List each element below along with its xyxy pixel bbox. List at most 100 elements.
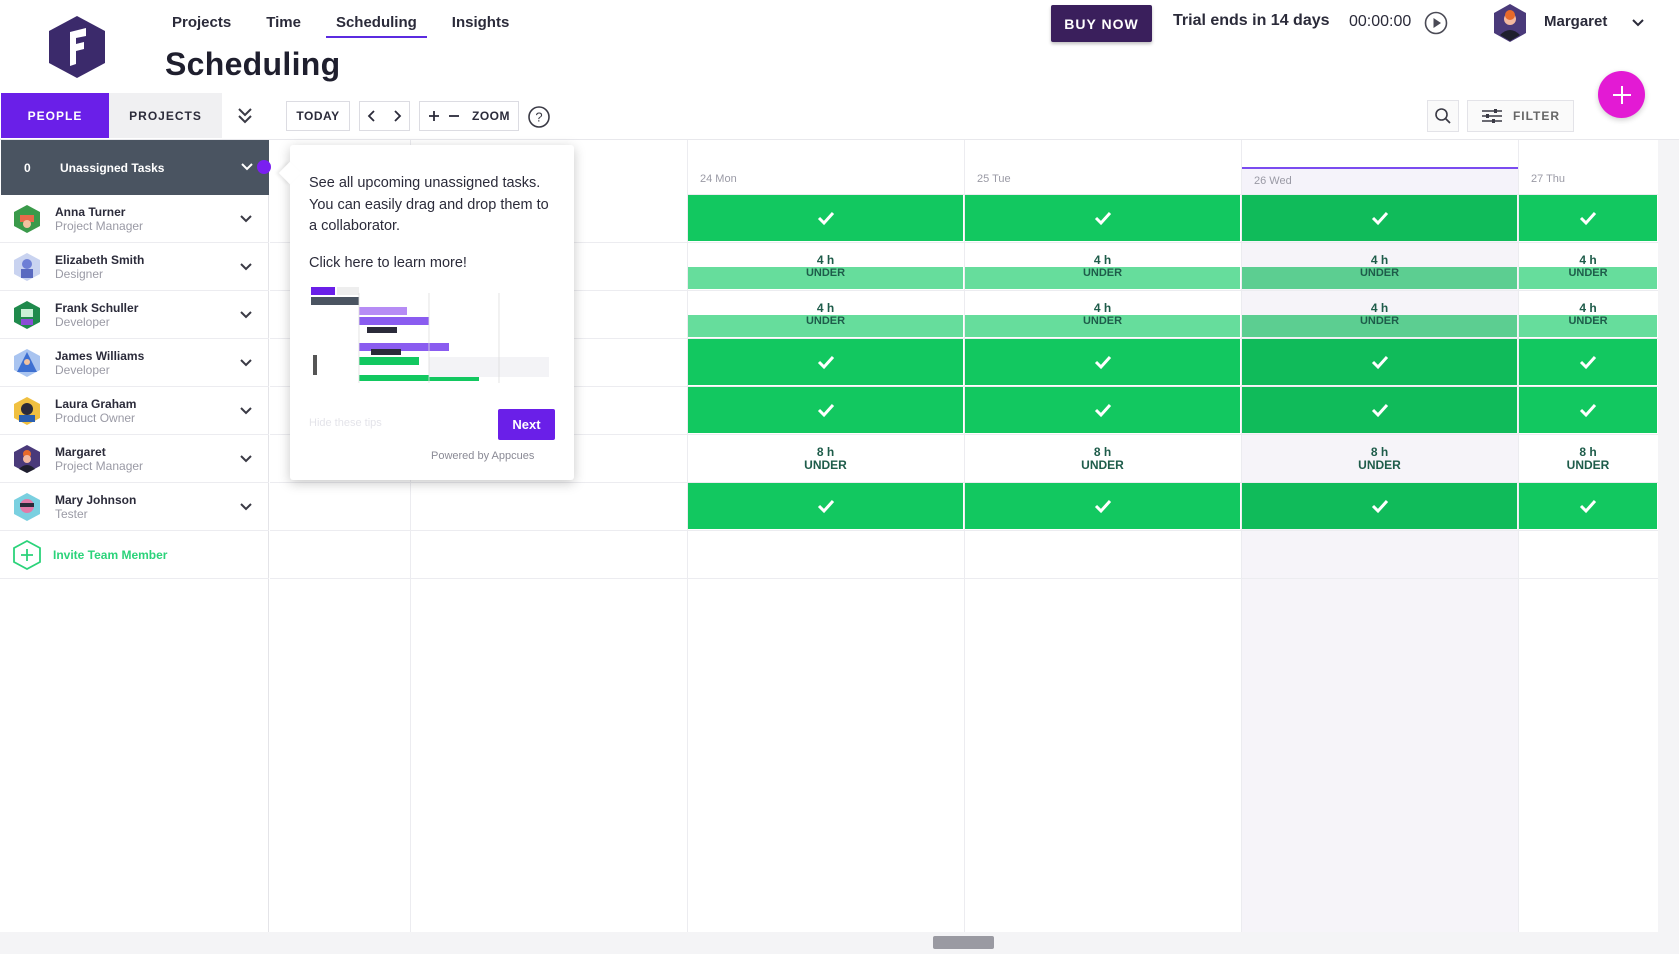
person-role: Project Manager [55,218,144,233]
chevron-down-icon[interactable] [239,404,253,418]
status-label: UNDER [804,458,847,472]
person-row-laura-graham[interactable]: Laura Graham Product Owner [0,387,269,435]
people-list: Anna Turner Project Manager Elizabeth Smi… [0,195,269,579]
capacity-cell-under[interactable]: 4 h UNDER [688,291,963,337]
capacity-cell-full[interactable] [1519,387,1657,433]
buy-now-button[interactable]: BUY NOW [1051,5,1152,42]
chevron-down-icon[interactable] [239,452,253,466]
person-name: Mary Johnson [55,492,137,507]
capacity-cell-full[interactable] [1242,195,1517,241]
invite-team-member-button[interactable]: Invite Team Member [0,531,269,579]
capacity-cell-under[interactable]: 8 h UNDER [1242,435,1517,481]
capacity-cell-under[interactable]: 8 h UNDER [965,435,1240,481]
capacity-cell-full[interactable] [688,483,963,529]
person-role: Developer [55,314,110,329]
user-name[interactable]: Margaret [1544,13,1607,30]
tooltip-link-text[interactable]: Click here to learn more! [309,253,556,275]
add-new-button[interactable] [1598,71,1645,118]
capacity-cell-full[interactable] [1519,339,1657,385]
horizontal-scrollbar-thumb[interactable] [933,936,994,949]
status-label: UNDER [1081,458,1124,472]
double-chevron-down-icon[interactable] [233,106,257,126]
person-row-elizabeth-smith[interactable]: Elizabeth Smith Designer [0,243,269,291]
capacity-cell-under[interactable]: 4 h UNDER [1242,291,1517,337]
person-name: Elizabeth Smith [55,252,145,267]
status-label: UNDER [965,315,1240,337]
capacity-cell-under[interactable]: 4 h UNDER [965,243,1240,289]
capacity-cell-full[interactable] [688,339,963,385]
nav-insights[interactable]: Insights [442,10,520,38]
person-name: Laura Graham [55,396,137,411]
capacity-cell-full[interactable] [1519,195,1657,241]
person-row-margaret[interactable]: Margaret Project Manager [0,435,269,483]
hours-label: 4 h [965,243,1240,267]
capacity-cell-under[interactable]: 4 h UNDER [688,243,963,289]
hours-status-label: 8 h UNDER [1519,435,1657,481]
capacity-cell-under[interactable]: 4 h UNDER [965,291,1240,337]
nav-projects[interactable]: Projects [162,10,241,38]
nav-time[interactable]: Time [256,10,311,38]
person-row-anna-turner[interactable]: Anna Turner Project Manager [0,195,269,243]
chevron-down-icon[interactable] [240,160,254,174]
nav-scheduling[interactable]: Scheduling [325,10,427,38]
capacity-cell-full[interactable] [965,195,1240,241]
chevron-down-icon[interactable] [239,500,253,514]
hours-label: 4 h [965,291,1240,315]
chevron-down-icon[interactable] [239,308,253,322]
person-row-james-williams[interactable]: James Williams Developer [0,339,269,387]
zoom-controls: ZOOM [419,101,519,131]
chevron-down-icon[interactable] [239,212,253,226]
hours-status-label: 8 h UNDER [1242,435,1517,481]
chevron-right-icon[interactable] [392,109,402,123]
capacity-cell-full[interactable] [965,387,1240,433]
avatar [14,444,40,473]
checkmark-icon [1371,499,1388,514]
capacity-cell-under[interactable]: 4 h UNDER [1519,243,1657,289]
avatar [14,204,40,233]
chevron-down-icon[interactable] [239,260,253,274]
chevron-down-icon[interactable] [239,356,253,370]
tab-projects[interactable]: PROJECTS [109,93,222,138]
capacity-cell-full[interactable] [688,387,963,433]
play-timer-icon[interactable] [1424,11,1448,35]
today-button[interactable]: TODAY [286,101,350,131]
unassigned-tasks-row[interactable]: 0 Unassigned Tasks [1,140,269,195]
capacity-cell-full[interactable] [965,339,1240,385]
capacity-cell-under[interactable]: 8 h UNDER [1519,435,1657,481]
hide-tips-link[interactable]: Hide these tips [309,417,382,429]
capacity-cell-under[interactable]: 4 h UNDER [1519,291,1657,337]
next-button[interactable]: Next [498,409,555,440]
tooltip-preview-image [309,285,555,385]
search-button[interactable] [1427,100,1459,132]
hours-label: 4 h [688,291,963,315]
capacity-cell-under[interactable]: 4 h UNDER [1242,243,1517,289]
capacity-cell-full[interactable] [688,195,963,241]
hours-status-label: 8 h UNDER [965,435,1240,481]
capacity-cell-full[interactable] [1242,339,1517,385]
zoom-in-icon[interactable] [428,110,440,122]
user-avatar[interactable] [1492,3,1528,43]
person-row-mary-johnson[interactable]: Mary Johnson Tester [0,483,269,531]
chevron-left-icon[interactable] [367,109,377,123]
capacity-cell-full[interactable] [1519,483,1657,529]
app-logo-icon[interactable] [46,14,108,80]
status-label: UNDER [1519,315,1657,337]
person-row-frank-schuller[interactable]: Frank Schuller Developer [0,291,269,339]
horizontal-scrollbar[interactable] [0,932,1679,954]
tab-people[interactable]: PEOPLE [1,93,109,138]
zoom-out-icon[interactable] [448,110,460,122]
capacity-cell-full[interactable] [1242,387,1517,433]
filter-button[interactable]: FILTER [1467,100,1574,132]
hours-label: 4 h [1242,291,1517,315]
capacity-cell-full[interactable] [1242,483,1517,529]
help-icon[interactable]: ? [527,105,551,129]
capacity-cell-under[interactable]: 8 h UNDER [688,435,963,481]
day-header: 25 Tue [965,167,1241,195]
checkmark-icon [1094,499,1111,514]
svg-text:?: ? [535,110,542,125]
chevron-down-icon[interactable] [1630,16,1646,30]
vertical-scrollbar[interactable] [1658,140,1679,932]
tip-beacon[interactable] [257,160,271,174]
plus-icon [1612,85,1631,104]
capacity-cell-full[interactable] [965,483,1240,529]
